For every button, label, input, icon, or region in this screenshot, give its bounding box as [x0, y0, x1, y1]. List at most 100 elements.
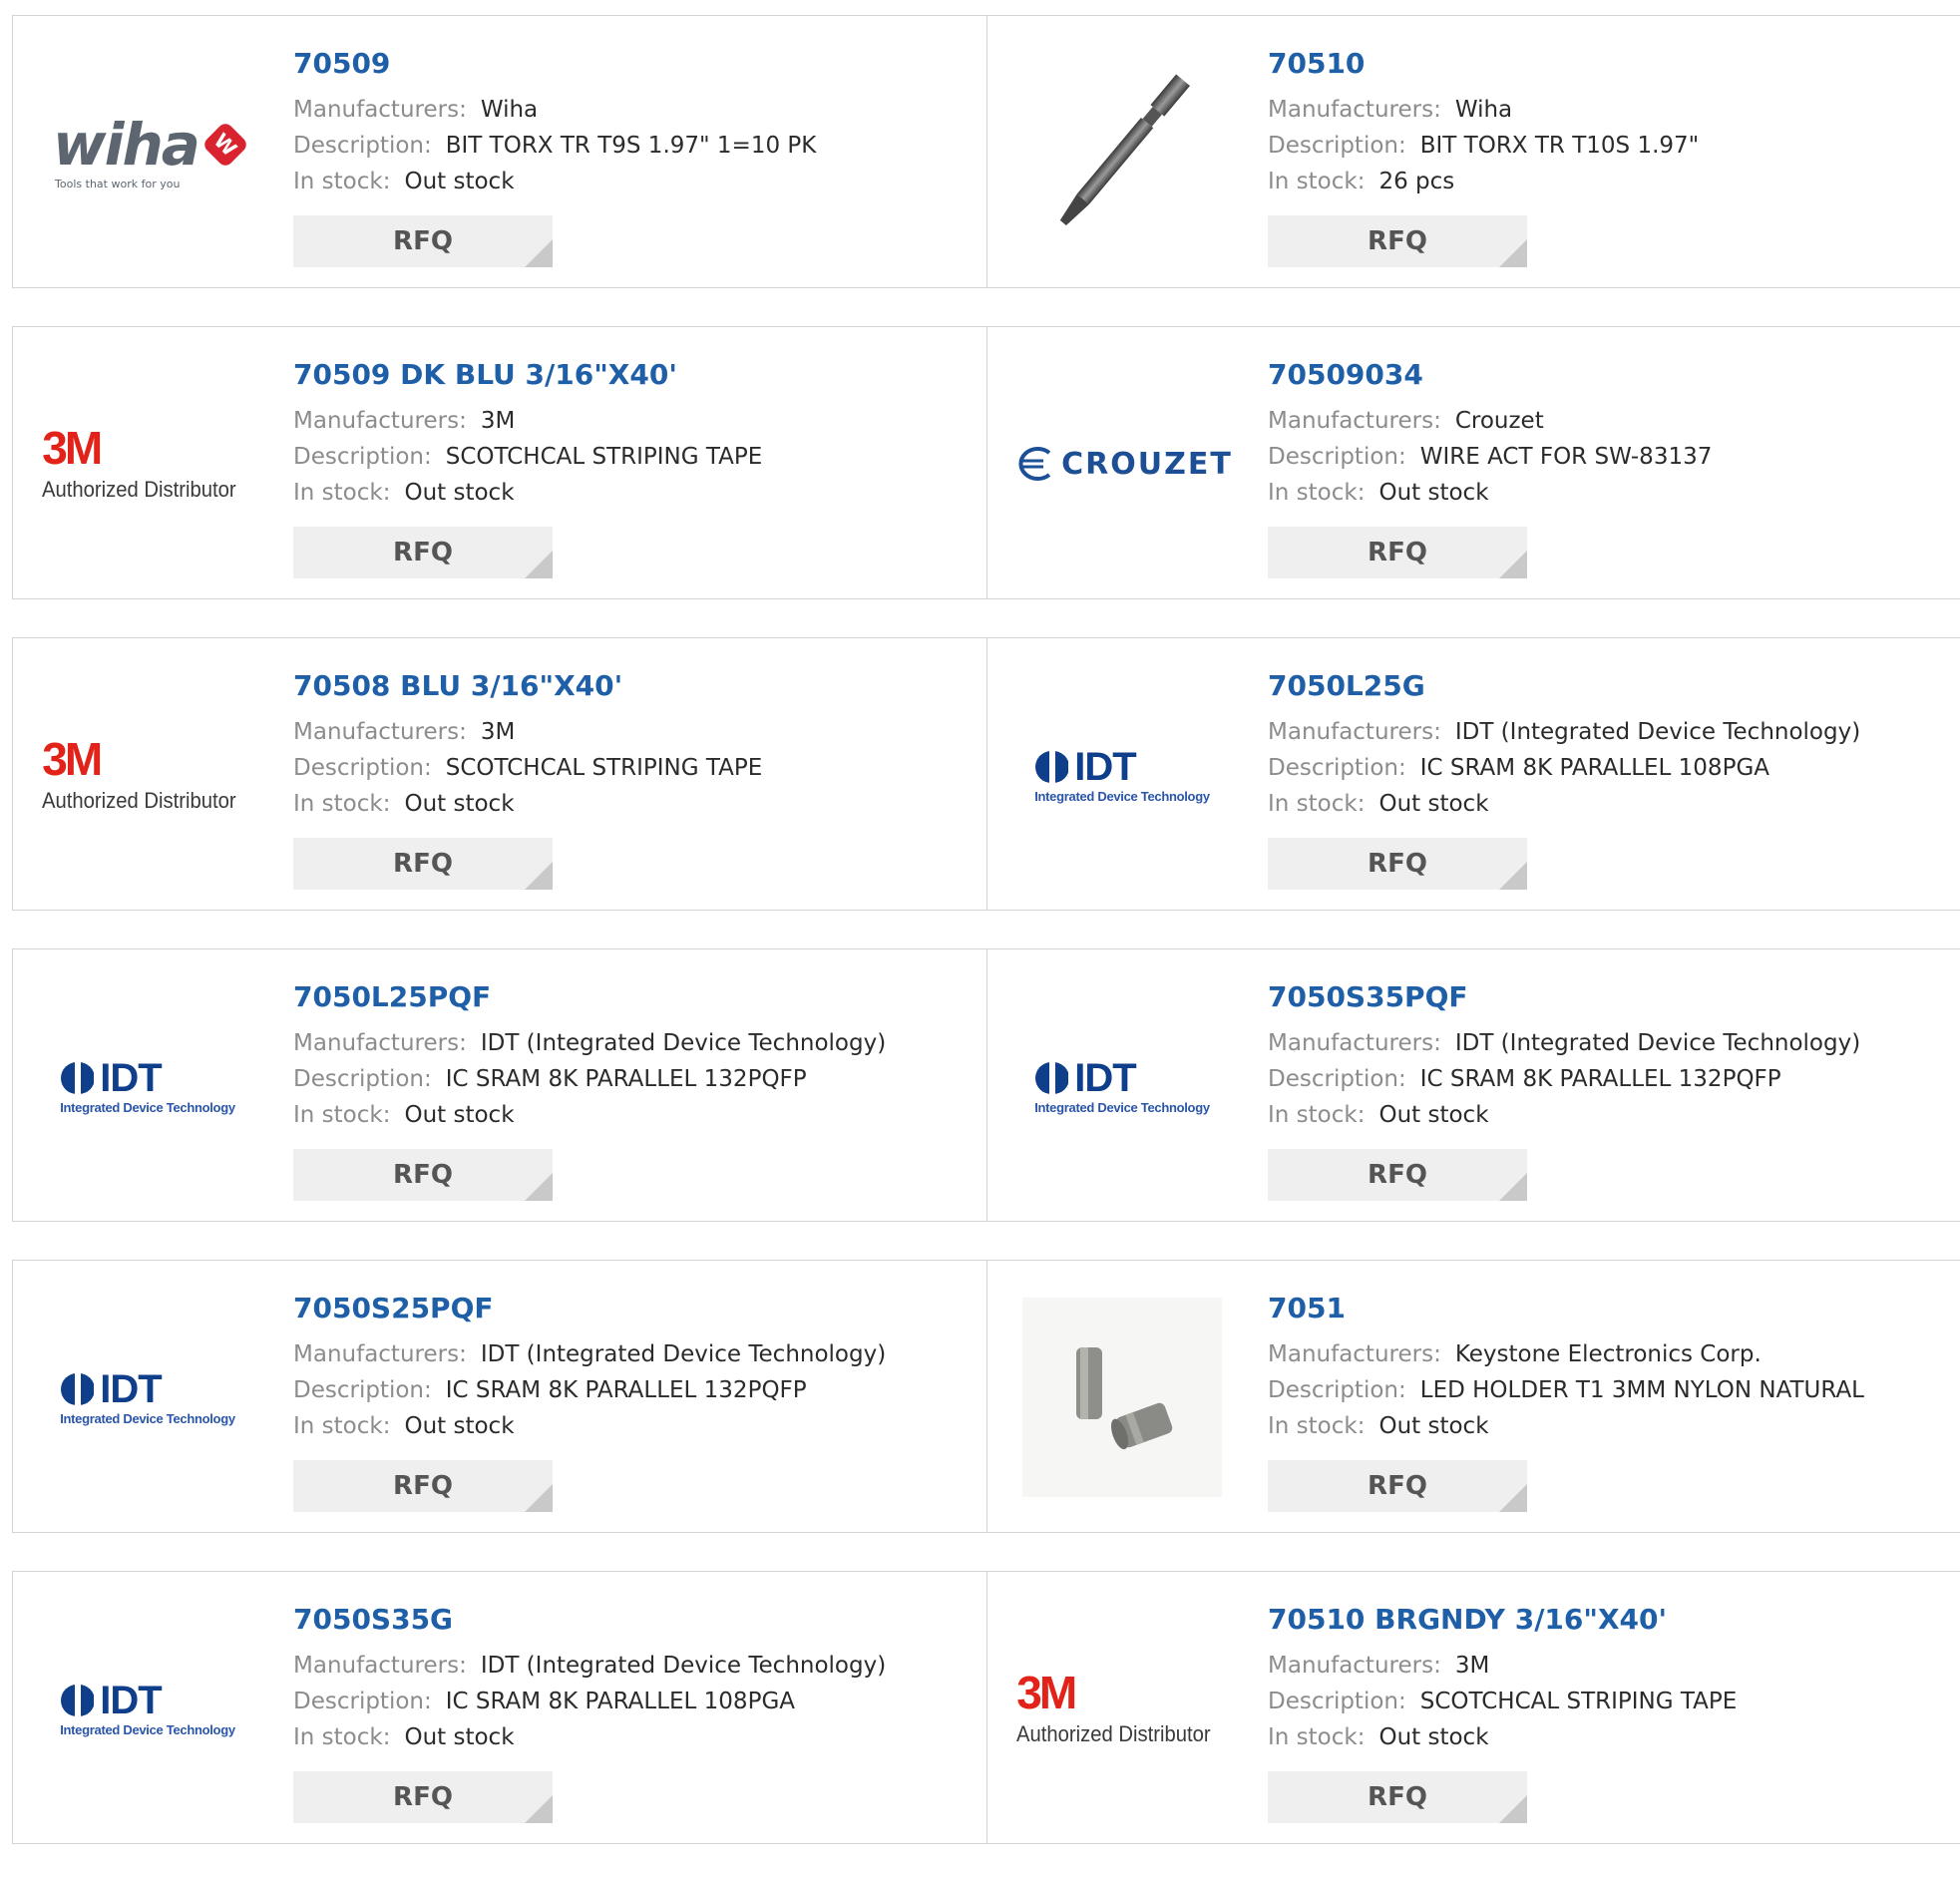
- idt-logo: IDT Integrated Device Technology: [1034, 1058, 1210, 1115]
- rfq-button[interactable]: RFQ: [1268, 215, 1527, 267]
- product-card: 3M Authorized Distributor 70510 BRGNDY 3…: [986, 1572, 1960, 1843]
- in-stock-label: In stock:: [293, 169, 391, 194]
- description-value: IC SRAM 8K PARALLEL 108PGA: [445, 1689, 795, 1714]
- brand-logo[interactable]: IDT Integrated Device Technology: [1017, 986, 1227, 1186]
- corner-fold-icon: [1499, 551, 1527, 578]
- rfq-button-label: RFQ: [1368, 226, 1427, 256]
- product-part-link[interactable]: 7051: [1268, 1291, 1864, 1326]
- description-label: Description:: [1268, 133, 1406, 159]
- product-image[interactable]: [1017, 53, 1227, 252]
- description-label: Description:: [1268, 1066, 1406, 1092]
- product-info: 70508 BLU 3/16"X40' Manufacturers: 3M Des…: [293, 668, 762, 822]
- torx-bit-icon: [1059, 74, 1190, 226]
- product-part-link[interactable]: 70509 DK BLU 3/16"X40': [293, 357, 762, 393]
- brand-logo[interactable]: 3M Authorized Distributor: [42, 364, 253, 564]
- brand-logo[interactable]: IDT Integrated Device Technology: [43, 1609, 252, 1808]
- product-row: 3M Authorized Distributor 70508 BLU 3/16…: [12, 637, 1960, 911]
- product-info: 7051 Manufacturers: Keystone Electronics …: [1268, 1291, 1864, 1444]
- rfq-button[interactable]: RFQ: [293, 1771, 553, 1823]
- rfq-button-label: RFQ: [393, 226, 453, 256]
- description-value: LED HOLDER T1 3MM NYLON NATURAL: [1419, 1377, 1864, 1403]
- rfq-button[interactable]: RFQ: [1268, 527, 1527, 578]
- manufacturers-label: Manufacturers:: [293, 97, 467, 123]
- crouzet-logo: CROUZET: [1011, 445, 1233, 483]
- manufacturer-value: IDT (Integrated Device Technology): [480, 1341, 887, 1367]
- rfq-button-label: RFQ: [1368, 849, 1427, 879]
- brand-logo[interactable]: 3M Authorized Distributor: [42, 675, 252, 875]
- stock-value: 26 pcs: [1378, 169, 1455, 194]
- idt-logo: IDT Integrated Device Technology: [60, 1681, 235, 1737]
- stock-value: Out stock: [1378, 1724, 1489, 1750]
- brand-logo[interactable]: IDT Integrated Device Technology: [43, 986, 252, 1186]
- stock-value: Out stock: [1378, 1102, 1489, 1128]
- product-card: IDT Integrated Device Technology 7050L25…: [986, 638, 1960, 910]
- rfq-button-label: RFQ: [1368, 1782, 1427, 1812]
- manufacturer-value: 3M: [480, 719, 516, 745]
- description-label: Description:: [293, 1377, 432, 1403]
- 3m-logo: 3M Authorized Distributor: [42, 425, 253, 503]
- product-part-link[interactable]: 7050L25PQF: [293, 979, 886, 1015]
- in-stock-label: In stock:: [1268, 1724, 1366, 1750]
- wiha-wordmark: wiha: [53, 110, 200, 179]
- product-card: 70510 Manufacturers: Wiha Description: BIT…: [986, 16, 1960, 287]
- stock-value: Out stock: [404, 791, 515, 817]
- rfq-button[interactable]: RFQ: [1268, 838, 1527, 890]
- wiha-w-badge-icon: W: [200, 120, 249, 169]
- product-info: 70509 DK BLU 3/16"X40' Manufacturers: 3M …: [293, 357, 762, 511]
- rfq-button[interactable]: RFQ: [1268, 1460, 1527, 1512]
- product-card: IDT Integrated Device Technology 7050S25…: [13, 1261, 986, 1532]
- product-part-link[interactable]: 70509034: [1268, 357, 1712, 393]
- corner-fold-icon: [525, 1795, 553, 1823]
- product-part-link[interactable]: 7050S25PQF: [293, 1291, 886, 1326]
- manufacturers-label: Manufacturers:: [1268, 408, 1441, 434]
- rfq-button[interactable]: RFQ: [1268, 1771, 1527, 1823]
- stock-value: Out stock: [404, 1724, 515, 1750]
- brand-logo[interactable]: wiha W Tools that work for you: [43, 53, 252, 252]
- product-part-link[interactable]: 70508 BLU 3/16"X40': [293, 668, 762, 704]
- idt-wordmark: IDT: [100, 1366, 162, 1411]
- brand-logo[interactable]: 3M Authorized Distributor: [1016, 1609, 1227, 1808]
- rfq-button[interactable]: RFQ: [293, 527, 553, 578]
- description-value: WIRE ACT FOR SW-83137: [1419, 444, 1713, 470]
- rfq-button-label: RFQ: [393, 1160, 453, 1190]
- product-card: 3M Authorized Distributor 70508 BLU 3/16…: [13, 638, 986, 910]
- in-stock-label: In stock:: [1268, 1102, 1366, 1128]
- rfq-button[interactable]: RFQ: [293, 838, 553, 890]
- rfq-button-label: RFQ: [393, 538, 453, 567]
- rfq-button[interactable]: RFQ: [293, 1460, 553, 1512]
- crouzet-emblem-icon: [1018, 447, 1051, 481]
- description-label: Description:: [293, 444, 432, 470]
- rfq-button[interactable]: RFQ: [293, 1149, 553, 1201]
- rfq-button[interactable]: RFQ: [293, 215, 553, 267]
- description-value: IC SRAM 8K PARALLEL 132PQFP: [445, 1066, 807, 1092]
- idt-wordmark: IDT: [1074, 1055, 1136, 1100]
- product-part-link[interactable]: 70509: [293, 46, 816, 82]
- corner-fold-icon: [525, 239, 553, 267]
- corner-fold-icon: [1499, 239, 1527, 267]
- 3m-subtitle: Authorized Distributor: [42, 788, 236, 813]
- product-row: IDT Integrated Device Technology 7050S35…: [12, 1571, 1960, 1844]
- manufacturers-label: Manufacturers:: [293, 1030, 467, 1056]
- product-image[interactable]: [1017, 1298, 1227, 1497]
- idt-emblem-icon: [1035, 750, 1069, 783]
- product-card: IDT Integrated Device Technology 7050L25…: [13, 949, 986, 1221]
- brand-logo[interactable]: CROUZET: [1017, 364, 1231, 564]
- rfq-button-label: RFQ: [393, 1782, 453, 1812]
- product-part-link[interactable]: 7050S35PQF: [1268, 979, 1860, 1015]
- brand-logo[interactable]: IDT Integrated Device Technology: [1017, 675, 1227, 875]
- wiha-tagline: Tools that work for you: [55, 177, 181, 190]
- product-part-link[interactable]: 7050S35G: [293, 1602, 886, 1638]
- stock-value: Out stock: [1378, 791, 1489, 817]
- in-stock-label: In stock:: [1268, 1413, 1366, 1439]
- in-stock-label: In stock:: [293, 1413, 391, 1439]
- brand-logo[interactable]: IDT Integrated Device Technology: [43, 1298, 252, 1497]
- corner-fold-icon: [525, 862, 553, 890]
- product-part-link[interactable]: 70510 BRGNDY 3/16"X40': [1268, 1602, 1737, 1638]
- product-row: wiha W Tools that work for you 70509 Manu…: [12, 15, 1960, 288]
- product-part-link[interactable]: 70510: [1268, 46, 1699, 82]
- product-part-link[interactable]: 7050L25G: [1268, 668, 1860, 704]
- rfq-button[interactable]: RFQ: [1268, 1149, 1527, 1201]
- idt-logo: IDT Integrated Device Technology: [60, 1369, 235, 1426]
- corner-fold-icon: [525, 551, 553, 578]
- manufacturers-label: Manufacturers:: [1268, 1030, 1441, 1056]
